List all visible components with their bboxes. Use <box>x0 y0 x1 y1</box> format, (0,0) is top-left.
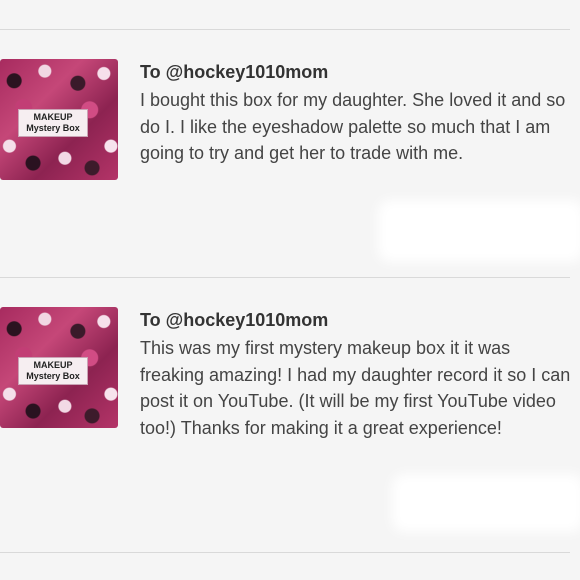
thumbnail-label-line1: MAKEUP <box>33 360 73 370</box>
thumbnail-label: MAKEUP Mystery Box <box>18 109 88 137</box>
redacted-area <box>378 200 580 262</box>
comment-mention[interactable]: To @hockey1010mom <box>140 309 328 331</box>
redacted-area <box>392 474 580 532</box>
comment-mention[interactable]: To @hockey1010mom <box>140 61 328 83</box>
thumbnail-label-line2: Mystery Box <box>26 371 80 381</box>
makeup-mystery-box-thumbnail[interactable]: MAKEUP Mystery Box <box>0 307 118 428</box>
comment-text: This was my first mystery makeup box it … <box>140 338 571 438</box>
comment-item: MAKEUP Mystery Box To @hockey1010mom I b… <box>0 30 580 276</box>
comment-text: I bought this box for my daughter. She l… <box>140 90 566 163</box>
thumbnail-label: MAKEUP Mystery Box <box>18 357 88 385</box>
makeup-mystery-box-thumbnail[interactable]: MAKEUP Mystery Box <box>0 59 118 180</box>
comment-item: MAKEUP Mystery Box To @hockey1010mom Thi… <box>0 278 580 551</box>
thumbnail-label-line2: Mystery Box <box>26 123 80 133</box>
bottom-divider <box>0 552 570 553</box>
thumbnail-label-line1: MAKEUP <box>33 112 73 122</box>
